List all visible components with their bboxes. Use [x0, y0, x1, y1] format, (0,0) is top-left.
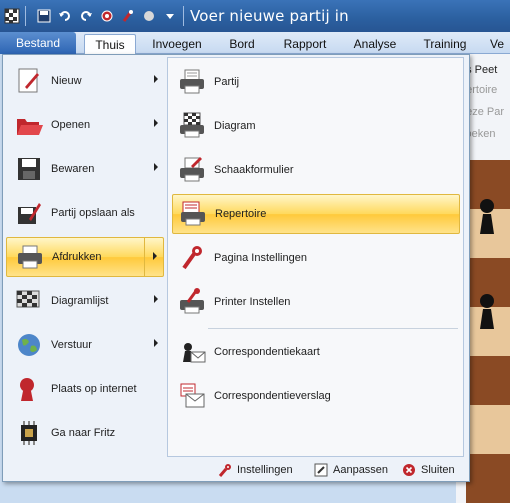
submenu-item-printer-instellen[interactable]: Printer Instellen: [172, 282, 460, 322]
chess-board[interactable]: [466, 160, 510, 503]
submenu-item-label: Schaakformulier: [214, 164, 294, 176]
menu-item-afdrukken[interactable]: Afdrukken: [6, 237, 164, 277]
tab-bord[interactable]: Bord: [220, 34, 264, 54]
menu-item-verstuur[interactable]: Verstuur: [6, 325, 164, 365]
title-bar: Voer nieuwe partij in: [0, 0, 510, 32]
app-board-icon[interactable]: [3, 7, 21, 25]
save-as-icon: [13, 197, 45, 229]
open-folder-icon: [13, 109, 45, 141]
settings-label: Instellingen: [237, 464, 293, 476]
menu-item-openen[interactable]: Openen: [6, 105, 164, 145]
submenu-item-repertoire[interactable]: Repertoire: [172, 194, 460, 234]
circle-icon[interactable]: [140, 7, 158, 25]
submenu-item-correspondentieverslag[interactable]: Correspondentieverslag: [172, 376, 460, 416]
separator: [183, 6, 184, 26]
ribbon-tab-bar: Bestand Thuis Invoegen Bord Rapport Anal…: [0, 32, 510, 54]
customize-button[interactable]: Aanpassen: [313, 461, 388, 479]
tool-icon[interactable]: [119, 7, 137, 25]
undo-icon[interactable]: [56, 7, 74, 25]
menu-item-nieuw[interactable]: Nieuw: [6, 61, 164, 101]
submenu-item-label: Repertoire: [215, 208, 267, 220]
submenu-divider: [144, 238, 145, 276]
submenu-arrow-icon: [154, 75, 158, 83]
chip-icon: [13, 417, 45, 449]
close-button[interactable]: Sluiten: [401, 461, 455, 479]
menu-item-label: Nieuw: [51, 75, 82, 87]
print-diagram-icon: [176, 110, 208, 142]
menu-item-label: Plaats op internet: [51, 383, 137, 395]
close-icon: [401, 462, 417, 478]
submenu-item-label: Printer Instellen: [214, 296, 291, 308]
submenu-item-correspondentiekaart[interactable]: Correspondentiekaart: [172, 332, 460, 372]
submenu-item-schaakformulier[interactable]: Schaakformulier: [172, 150, 460, 190]
submenu-item-label: Partij: [214, 76, 240, 88]
submenu-item-diagram[interactable]: Diagram: [172, 106, 460, 146]
printer-icon: [14, 241, 46, 273]
tab-invoegen[interactable]: Invoegen: [146, 34, 208, 54]
submenu-arrow-icon: [153, 252, 157, 260]
window-title: Voer nieuwe partij in: [190, 7, 349, 25]
customize-icon: [313, 462, 329, 478]
black-pawn-icon: [480, 294, 494, 329]
menu-item-label: Partij opslaan als: [51, 207, 135, 219]
dropdown-icon[interactable]: [161, 7, 179, 25]
engine-icon[interactable]: [98, 7, 116, 25]
diagram-list-icon: [13, 285, 45, 317]
file-menu-footer: Instellingen Aanpassen Sluiten: [3, 459, 469, 481]
submenu-arrow-icon: [154, 119, 158, 127]
customize-label: Aanpassen: [333, 464, 389, 476]
page-setup-icon: [176, 242, 208, 274]
wrench-icon: [217, 462, 233, 478]
tab-training[interactable]: Training: [416, 34, 474, 54]
tab-thuis[interactable]: Thuis: [84, 34, 136, 54]
internet-icon: [13, 373, 45, 405]
tab-analyse[interactable]: Analyse: [346, 34, 404, 54]
menu-item-label: Ga naar Fritz: [51, 427, 116, 439]
redo-icon[interactable]: [77, 7, 95, 25]
printer-setup-icon: [176, 286, 208, 318]
close-label: Sluiten: [421, 464, 455, 476]
file-menu-commands: Nieuw Openen Bewaren Partij opslaan als: [3, 57, 167, 459]
submenu-arrow-icon: [154, 163, 158, 171]
save-icon[interactable]: [35, 7, 53, 25]
black-pawn-icon: [480, 199, 494, 234]
tab-more[interactable]: Ve: [490, 34, 510, 54]
menu-item-label: Openen: [51, 119, 91, 131]
submenu-item-label: Pagina Instellingen: [214, 252, 307, 264]
menu-item-label: Afdrukken: [52, 251, 102, 263]
globe-icon: [13, 329, 45, 361]
submenu-arrow-icon: [154, 295, 158, 303]
settings-button[interactable]: Instellingen: [217, 461, 293, 479]
separator: [25, 6, 26, 26]
menu-item-bewaren[interactable]: Bewaren: [6, 149, 164, 189]
submenu-item-partij[interactable]: Partij: [172, 62, 460, 102]
menu-item-label: Verstuur: [51, 339, 92, 351]
file-tab[interactable]: Bestand: [0, 32, 76, 54]
correspondence-card-icon: [176, 336, 208, 368]
menu-item-partij-opslaan-als[interactable]: Partij opslaan als: [6, 193, 164, 233]
submenu-item-pagina-instellingen[interactable]: Pagina Instellingen: [172, 238, 460, 278]
menu-item-diagramlijst[interactable]: Diagramlijst: [6, 281, 164, 321]
submenu-item-label: Correspondentieverslag: [214, 390, 331, 402]
save-disk-icon: [13, 153, 45, 185]
print-game-icon: [176, 66, 208, 98]
new-icon: [13, 65, 45, 97]
file-menu: Nieuw Openen Bewaren Partij opslaan als: [2, 54, 470, 482]
submenu-arrow-icon: [154, 339, 158, 347]
board-square: [466, 454, 510, 503]
tab-rapport[interactable]: Rapport: [276, 34, 334, 54]
menu-item-label: Diagramlijst: [51, 295, 109, 307]
scoresheet-icon: [176, 154, 208, 186]
submenu-item-label: Correspondentiekaart: [214, 346, 320, 358]
print-submenu: Partij Diagram Schaakformulier Repertoir…: [167, 57, 464, 457]
repertoire-icon: [177, 198, 209, 230]
correspondence-report-icon: [176, 380, 208, 412]
board-square: [466, 405, 510, 454]
menu-item-ga-naar-fritz[interactable]: Ga naar Fritz: [6, 413, 164, 453]
menu-item-label: Bewaren: [51, 163, 95, 175]
board-square: [466, 356, 510, 405]
submenu-separator: [208, 328, 458, 329]
submenu-item-label: Diagram: [214, 120, 256, 132]
menu-item-plaats-op-internet[interactable]: Plaats op internet: [6, 369, 164, 409]
